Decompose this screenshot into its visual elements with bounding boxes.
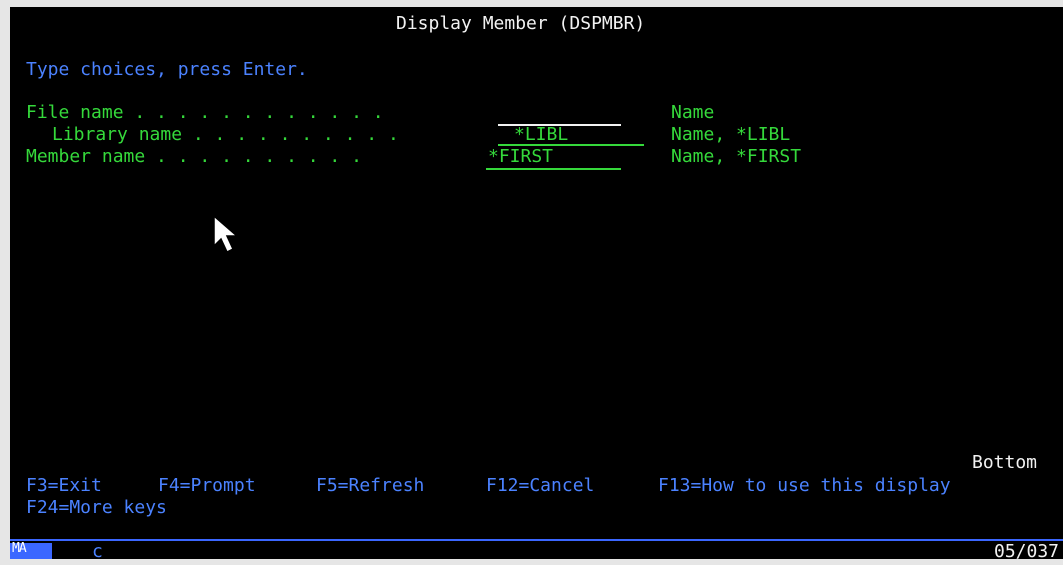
screen-title: Display Member (DSPMBR) (396, 13, 646, 34)
file-name-input[interactable] (498, 102, 621, 126)
file-name-help: Name (671, 102, 715, 123)
f4-key[interactable]: F4=Prompt (158, 475, 256, 497)
f5-key[interactable]: F5=Refresh (316, 475, 424, 497)
page-position: Bottom (972, 452, 1038, 473)
member-name-help: Name, *FIRST (671, 146, 802, 167)
cursor-position: 05/037 (994, 541, 1060, 562)
status-mode-text: MA (12, 541, 27, 556)
mouse-pointer-icon (213, 214, 240, 254)
f12-key[interactable]: F12=Cancel (486, 475, 594, 497)
file-name-label: File name . . . . . . . . . . . . (26, 102, 384, 123)
status-session-char: c (92, 541, 103, 562)
status-divider (10, 539, 1063, 541)
f13-key[interactable]: F13=How to use this display (658, 475, 951, 497)
f3-key[interactable]: F3=Exit (26, 475, 102, 497)
member-name-input[interactable]: *FIRST (486, 146, 621, 170)
instruction-text: Type choices, press Enter. (26, 59, 308, 80)
member-name-label: Member name . . . . . . . . . . (26, 146, 362, 167)
library-name-help: Name, *LIBL (671, 124, 791, 145)
library-name-input[interactable]: *LIBL (498, 124, 644, 146)
terminal-screen: Display Member (DSPMBR) Type choices, pr… (0, 0, 1063, 565)
library-name-label: Library name . . . . . . . . . . (52, 124, 399, 145)
status-mode-indicator: MA (10, 541, 52, 559)
f24-key[interactable]: F24=More keys (26, 497, 167, 519)
